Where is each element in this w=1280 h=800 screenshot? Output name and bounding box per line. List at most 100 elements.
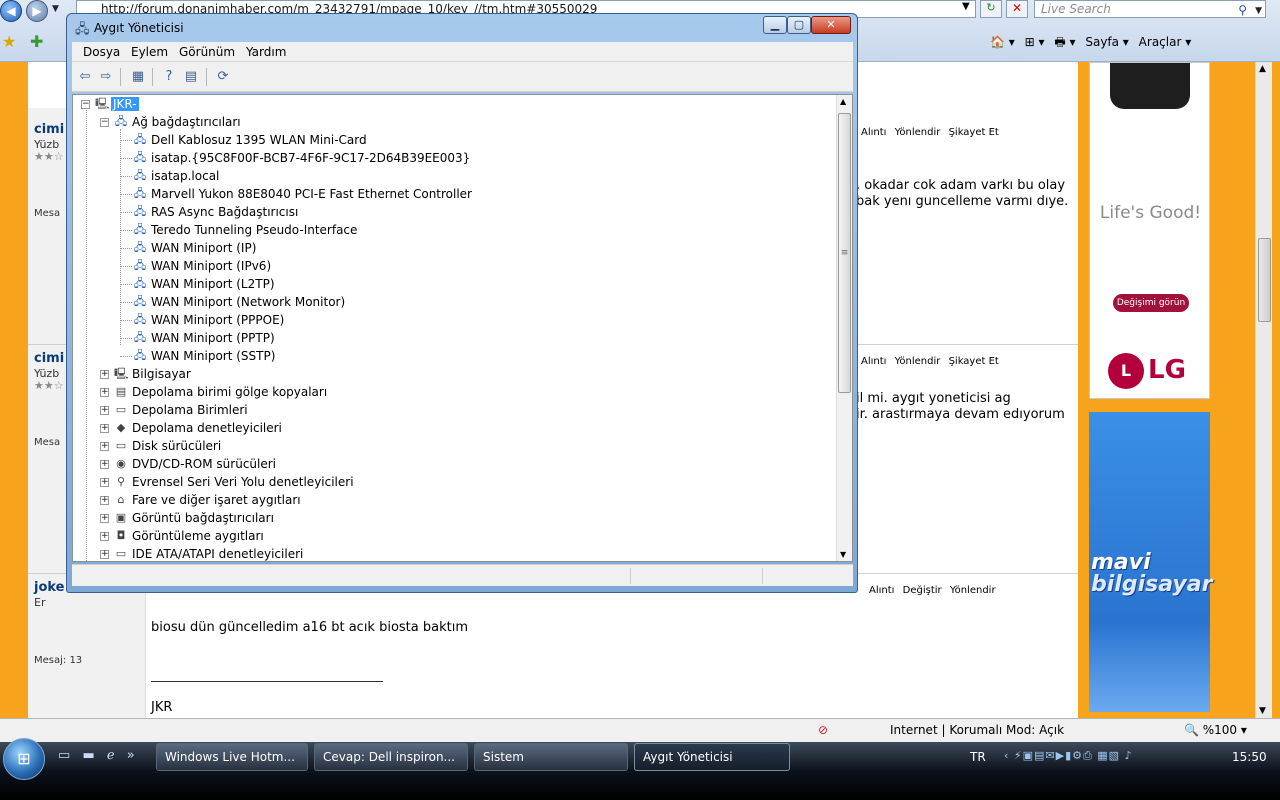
tree-node-category[interactable]: Depolama birimi gölge kopyaları [132,383,327,401]
taskbar-item[interactable]: Windows Live Hotm... [156,743,308,771]
expand-icon[interactable]: + [100,424,109,433]
scroll-down-icon[interactable]: ▼ [840,550,846,559]
refresh-button[interactable]: ↻ [980,0,1002,18]
expand-icon[interactable]: + [100,532,109,541]
report-link[interactable]: Şikayet Et [949,356,999,367]
forward-arrow-icon[interactable]: ⇨ [98,69,114,85]
search-icon[interactable]: ⚲ [1238,2,1247,18]
tree-scrollbar[interactable]: ▲ ≡ ▼ [836,95,852,561]
tools-menu-button[interactable]: Araçlar ▾ [1139,35,1192,49]
tree-node-device[interactable]: Marvell Yukon 88E8040 PCI-E Fast Etherne… [151,185,472,203]
clock[interactable]: 15:50 [1232,750,1267,764]
taskbar-item-label[interactable]: Aygıt Yöneticisi [643,750,733,764]
tree-node-category[interactable]: Disk sürücüleri [132,437,221,455]
taskbar-item-label[interactable]: Windows Live Hotm... [165,750,295,764]
back-arrow-icon[interactable]: ⇦ [77,69,93,85]
report-link[interactable]: Şikayet Et [949,127,999,138]
quote-link[interactable]: Alıntı [869,585,894,596]
taskbar-item[interactable]: Cevap: Dell inspiron... [314,743,468,771]
language-indicator[interactable]: TR [970,750,986,764]
expand-icon[interactable]: + [100,496,109,505]
address-dropdown-icon[interactable]: ▼ [962,1,970,12]
collapse-icon[interactable]: − [100,118,109,127]
tree-node-device[interactable]: WAN Miniport (PPPOE) [151,311,284,329]
menu-yardim[interactable]: Yardım [246,45,286,59]
tree-node-device[interactable]: WAN Miniport (PPTP) [151,329,275,347]
taskbar-item-label[interactable]: Cevap: Dell inspiron... [323,750,455,764]
lg-ad-banner[interactable]: Life's Good! Değişimi görün L LG [1089,62,1210,399]
expand-icon[interactable]: + [100,370,109,379]
forward-link[interactable]: Yönlendir [895,127,941,138]
tree-node-device[interactable]: WAN Miniport (IPv6) [151,257,271,275]
scroll-up-icon[interactable]: ▲ [840,97,846,106]
page-menu-button[interactable]: Sayfa ▾ [1085,35,1129,49]
scrollbar-thumb[interactable]: ≡ [838,113,851,393]
back-button[interactable]: ◀ [0,0,22,22]
expand-icon[interactable]: + [100,406,109,415]
expand-icon[interactable]: + [100,460,109,469]
taskbar-item[interactable]: Sistem [474,743,628,771]
properties-icon[interactable]: ▤ [183,69,199,85]
taskbar-item-label[interactable]: Sistem [483,750,524,764]
privacy-icon[interactable]: ⊘ [818,723,828,737]
post-username[interactable]: cimi [34,122,64,137]
tree-node-category[interactable]: Görüntüleme aygıtları [132,527,264,545]
home-button[interactable]: 🏠 ▾ [990,35,1015,49]
tree-node-category[interactable]: IDE ATA/ATAPI denetleyicileri [132,545,303,561]
start-button[interactable]: ⊞ [3,738,45,780]
quote-link[interactable]: Alıntı [861,127,886,138]
tree-node-network[interactable]: Ağ bağdaştırıcıları [132,113,241,131]
feeds-button[interactable]: ⊞ ▾ [1025,35,1045,49]
zoom-level[interactable]: 🔍 %100 ▾ [1184,723,1247,737]
show-hide-tree-icon[interactable]: ▦ [130,69,146,85]
show-desktop-icon[interactable]: ▬ [82,748,94,763]
stop-button[interactable]: ✕ [1006,0,1028,18]
forward-link[interactable]: Yönlendir [950,585,996,596]
ie-icon[interactable]: ℯ [107,748,115,763]
expand-icon[interactable]: + [100,478,109,487]
tree-node-category[interactable]: Depolama denetleyicileri [132,419,282,437]
tree-node-category[interactable]: Bilgisayar [132,365,191,383]
print-button[interactable]: 🖶 ▾ [1054,35,1075,49]
minimize-button[interactable]: ▁ [763,16,787,34]
add-favorites-icon[interactable]: ✚ [30,32,43,51]
menu-eylem[interactable]: Eylem [131,45,168,59]
tree-node-device[interactable]: Teredo Tunneling Pseudo-Interface [151,221,357,239]
search-box[interactable]: Live Search ⚲ ▼ [1034,0,1266,18]
tree-node-device[interactable]: isatap.{95C8F00F-BCB7-4F6F-9C17-2D64B39E… [151,149,470,167]
tree-node-device[interactable]: RAS Async Bağdaştırıcısı [151,203,298,221]
favorites-star-icon[interactable]: ★ [2,32,16,51]
close-button[interactable]: ✕ [811,16,851,34]
taskbar-item-active[interactable]: Aygıt Yöneticisi [634,743,790,771]
tree-node-category[interactable]: Depolama Birimleri [132,401,248,419]
tree-node-device[interactable]: WAN Miniport (IP) [151,239,256,257]
switch-windows-icon[interactable]: ▭ [58,748,70,763]
mavi-ad-banner[interactable]: mavi bilgisayar [1089,412,1212,712]
forward-button[interactable]: ▶ [26,0,48,22]
tree-node-category[interactable]: Görüntü bağdaştırıcıları [132,509,274,527]
quick-launch-more-icon[interactable]: » [127,748,135,763]
scroll-down-icon[interactable]: ▼ [1259,706,1266,716]
tray-icons[interactable]: ‹ ⚡▣▤✉▶▮⚙⎙ ▦▧ ♪ [1004,749,1133,763]
quote-link[interactable]: Alıntı [861,356,886,367]
ad-cta-button[interactable]: Değişimi görün [1113,294,1189,312]
post-username[interactable]: cimi [34,351,64,366]
tree-node-category[interactable]: DVD/CD-ROM sürücüleri [132,455,276,473]
tree-node-device[interactable]: WAN Miniport (L2TP) [151,275,275,293]
tree-node-device[interactable]: isatap.local [151,167,219,185]
post-username[interactable]: joke [34,580,65,595]
menu-dosya[interactable]: Dosya [83,45,120,59]
tree-node-device[interactable]: WAN Miniport (Network Monitor) [151,293,345,311]
history-dropdown-icon[interactable]: ▼ [52,4,59,14]
expand-icon[interactable]: + [100,514,109,523]
expand-icon[interactable]: + [100,550,109,559]
tree-node-category[interactable]: Fare ve diğer işaret aygıtları [132,491,301,509]
scrollbar-thumb[interactable] [1258,238,1271,322]
expand-icon[interactable]: + [100,388,109,397]
tree-node-device[interactable]: Dell Kablosuz 1395 WLAN Mini-Card [151,131,367,149]
edit-link[interactable]: Değiştir [903,585,942,596]
tree-root-label[interactable]: JKR- [111,97,139,111]
tree-node-device[interactable]: WAN Miniport (SSTP) [151,347,275,365]
tree-node-category[interactable]: Evrensel Seri Veri Yolu denetleyicileri [132,473,354,491]
page-scrollbar[interactable]: ▲ ▼ [1255,62,1272,718]
